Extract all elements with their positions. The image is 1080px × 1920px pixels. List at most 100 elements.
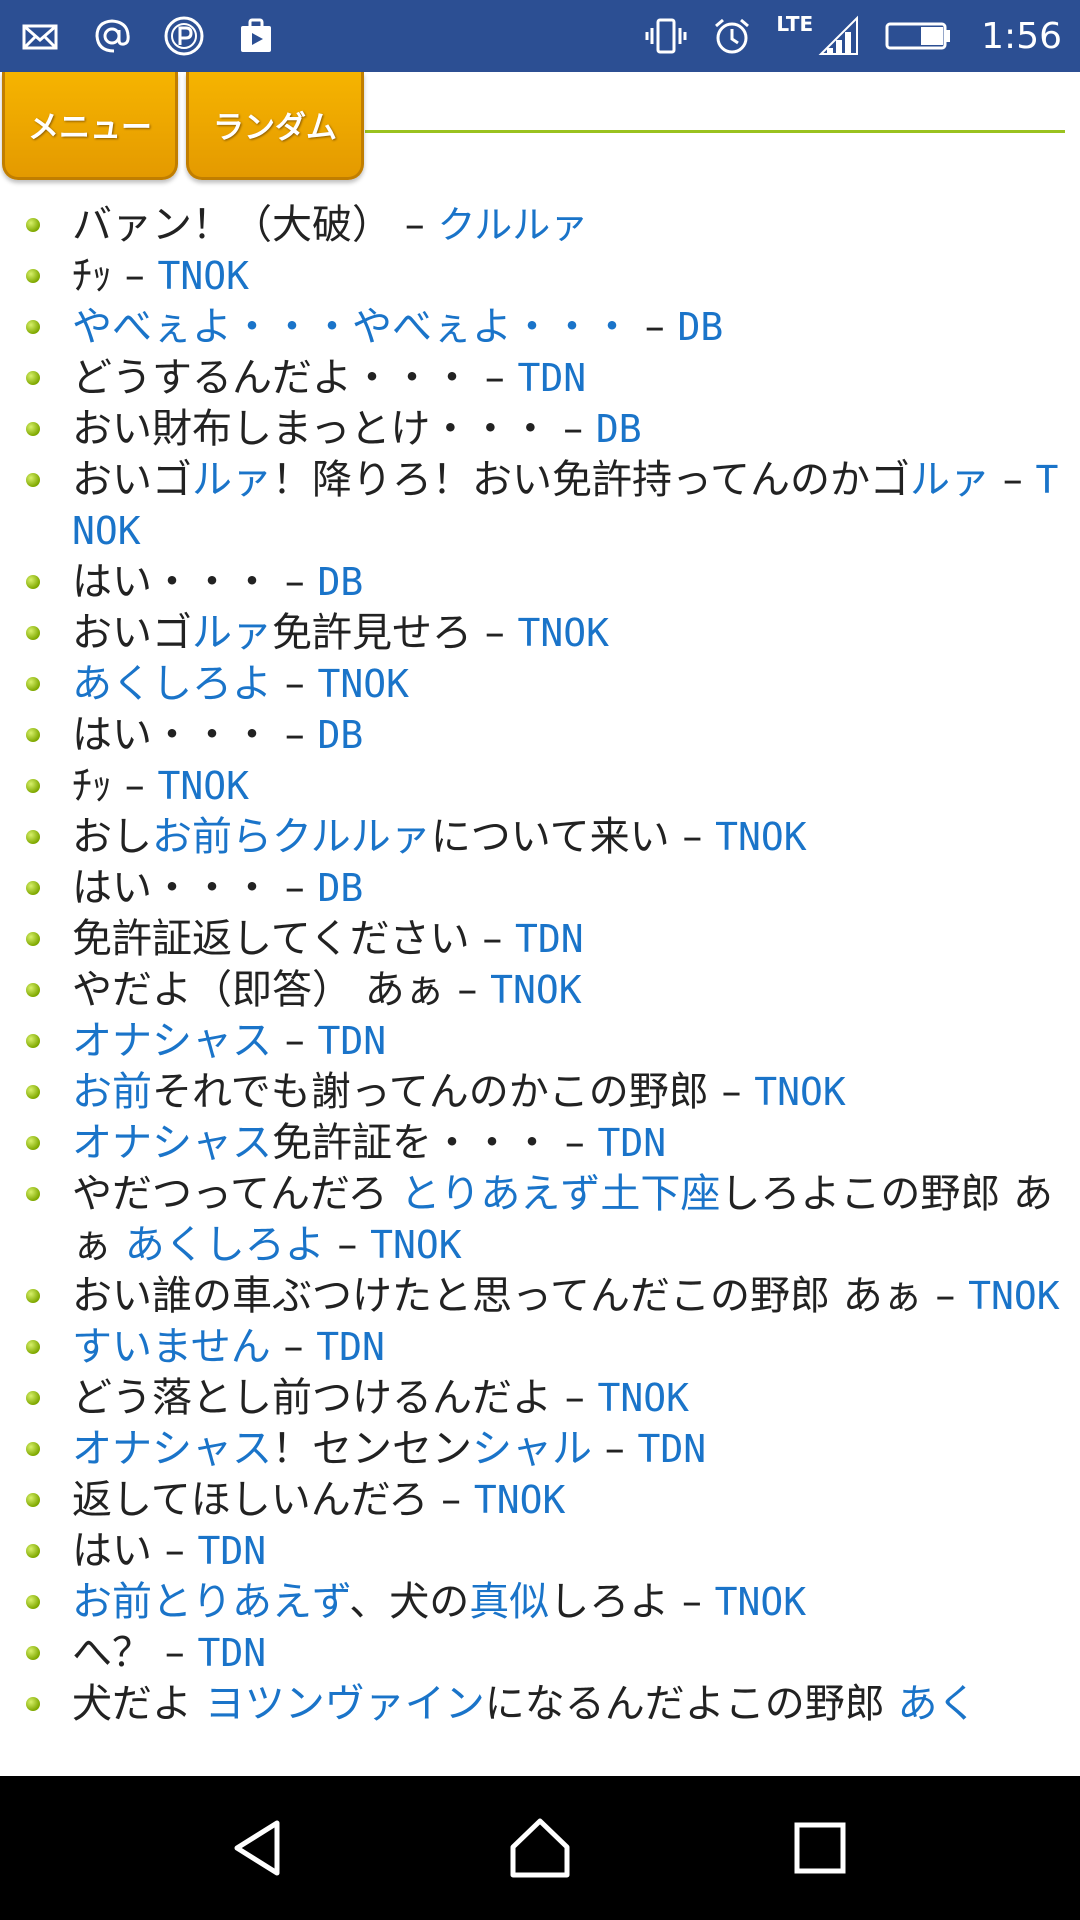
- line-link-text[interactable]: オナシャス: [72, 1426, 272, 1472]
- speaker-separator: –: [324, 1222, 371, 1268]
- speaker-separator: –: [472, 355, 518, 401]
- line-link-text[interactable]: とりあえず土下座: [400, 1171, 720, 1217]
- tab-menu[interactable]: メニュー: [2, 72, 178, 180]
- line-link-text[interactable]: お前らクルルァ: [152, 814, 431, 860]
- speaker-link[interactable]: TNOK: [968, 1274, 1060, 1318]
- speaker-link[interactable]: DB: [317, 866, 363, 910]
- list-item: はい・・・ – DB: [0, 557, 1080, 608]
- speaker-link[interactable]: DB: [317, 560, 363, 604]
- speaker-separator: –: [550, 406, 596, 452]
- speaker-link[interactable]: TDN: [197, 1631, 266, 1675]
- list-item: やだよ（即答） あぁ – TNOK: [0, 965, 1080, 1016]
- line-link-text[interactable]: お前とりあえず: [72, 1579, 349, 1625]
- speaker-link[interactable]: DB: [677, 305, 723, 349]
- list-item: ﾁｯ – TNOK: [0, 761, 1080, 812]
- line-text: ！センセン: [272, 1426, 472, 1472]
- line-text: それでも謝ってんのかこの野郎: [152, 1069, 709, 1115]
- line-link-text[interactable]: オナシャス: [72, 1018, 272, 1064]
- bullet-icon: [26, 728, 40, 742]
- bullet-icon: [26, 1595, 40, 1609]
- line-link-text[interactable]: あくしろよ: [72, 661, 272, 707]
- speaker-link[interactable]: DB: [596, 407, 642, 451]
- list-item: へ？ – TDN: [0, 1628, 1080, 1679]
- line-link-text[interactable]: ルァ: [910, 457, 990, 503]
- speaker-link[interactable]: TDN: [316, 1325, 385, 1369]
- speaker-link[interactable]: TDN: [517, 356, 586, 400]
- recents-icon[interactable]: [785, 1813, 855, 1883]
- speaker-link[interactable]: TNOK: [157, 254, 249, 298]
- line-text: 免許見せろ: [272, 610, 472, 656]
- list-item: どうするんだよ・・・ – TDN: [0, 353, 1080, 404]
- tab-bar: メニュー ランダム: [0, 72, 1080, 192]
- line-link-text[interactable]: お前: [72, 1069, 152, 1115]
- speaker-link[interactable]: TNOK: [490, 968, 582, 1012]
- speaker-link[interactable]: TNOK: [715, 1580, 807, 1624]
- speaker-link[interactable]: TNOK: [754, 1070, 846, 1114]
- line-link-text[interactable]: ヨツンヴァイン: [205, 1681, 485, 1727]
- speaker-separator: –: [922, 1273, 969, 1319]
- bullet-icon: [26, 1646, 40, 1660]
- back-icon[interactable]: [225, 1813, 295, 1883]
- line-link-text[interactable]: オナシャス: [72, 1120, 272, 1166]
- list-item: はい・・・ – DB: [0, 863, 1080, 914]
- speaker-separator: –: [112, 253, 158, 299]
- line-text: おいゴ: [72, 610, 192, 656]
- bullet-icon: [26, 830, 40, 844]
- clock: 1:56: [981, 15, 1062, 57]
- speaker-link[interactable]: TNOK: [474, 1478, 566, 1522]
- speaker-link[interactable]: TNOK: [317, 662, 409, 706]
- list-item: お前とりあえず、犬の真似しろよ – TNOK: [0, 1577, 1080, 1628]
- speaker-link[interactable]: TDN: [317, 1019, 386, 1063]
- line-link-text[interactable]: シャル: [472, 1426, 592, 1472]
- list-item: オナシャス免許証を・・・ – TDN: [0, 1118, 1080, 1169]
- line-text: おい誰の車ぶつけたと思ってんだこの野郎 あぁ: [72, 1273, 923, 1319]
- line-text: どう落とし前つけるんだよ: [72, 1375, 552, 1421]
- speaker-link[interactable]: TNOK: [597, 1376, 689, 1420]
- tab-divider: [365, 130, 1065, 133]
- home-icon[interactable]: [505, 1813, 575, 1883]
- list-item: おい誰の車ぶつけたと思ってんだこの野郎 あぁ – TNOK: [0, 1271, 1080, 1322]
- list-item: すいません – TDN: [0, 1322, 1080, 1373]
- p-circle-icon: [162, 14, 206, 58]
- alarm-icon: [710, 14, 754, 58]
- speaker-link[interactable]: TNOK: [517, 611, 609, 655]
- status-bar: LTE 1:56: [0, 0, 1080, 72]
- line-link-text[interactable]: 真似: [469, 1579, 549, 1625]
- clipboard-play-icon: [234, 14, 278, 58]
- bullet-icon: [26, 473, 40, 487]
- speaker-link[interactable]: TDN: [515, 917, 584, 961]
- script-list-container: バァン！（大破） – クルルァ ﾁｯ – TNOK やべぇよ・・・やべぇよ・・・ –…: [0, 200, 1080, 1776]
- speaker-link[interactable]: TNOK: [715, 815, 807, 859]
- bullet-icon: [26, 1187, 40, 1201]
- speaker-link[interactable]: TNOK: [370, 1223, 462, 1267]
- bullet-icon: [26, 932, 40, 946]
- list-item: あくしろよ – TNOK: [0, 659, 1080, 710]
- battery-icon: [883, 14, 953, 58]
- speaker-separator: –: [552, 1120, 598, 1166]
- line-link-text[interactable]: すいません: [72, 1324, 271, 1370]
- speaker-link[interactable]: TDN: [637, 1427, 706, 1471]
- speaker-link[interactable]: TNOK: [157, 764, 249, 808]
- speaker-link[interactable]: DB: [317, 713, 363, 757]
- bullet-icon: [26, 1340, 40, 1354]
- bullet-icon: [26, 218, 40, 232]
- line-text: 免許証を・・・: [272, 1120, 552, 1166]
- bullet-icon: [26, 269, 40, 283]
- speaker-separator: –: [669, 814, 716, 860]
- line-text: どうするんだよ・・・: [72, 355, 472, 401]
- speaker-link[interactable]: クルルァ: [437, 203, 588, 247]
- bullet-icon: [26, 1085, 40, 1099]
- line-link-text[interactable]: ルァ: [192, 457, 272, 503]
- speaker-link[interactable]: TDN: [597, 1121, 666, 1165]
- line-link-text[interactable]: やべぇよ・・・やべぇよ・・・: [72, 304, 632, 350]
- line-link-text[interactable]: ルァ: [192, 610, 272, 656]
- line-link-text[interactable]: あくしろよ: [125, 1222, 325, 1268]
- bullet-icon: [26, 1442, 40, 1456]
- line-text: になるんだよこの野郎: [484, 1681, 898, 1727]
- bullet-icon: [26, 575, 40, 589]
- speaker-link[interactable]: TDN: [197, 1529, 266, 1573]
- list-item: おい財布しまっとけ・・・ – DB: [0, 404, 1080, 455]
- network-type: LTE: [776, 12, 814, 36]
- line-link-text[interactable]: あく: [897, 1681, 977, 1727]
- tab-random[interactable]: ランダム: [186, 72, 364, 180]
